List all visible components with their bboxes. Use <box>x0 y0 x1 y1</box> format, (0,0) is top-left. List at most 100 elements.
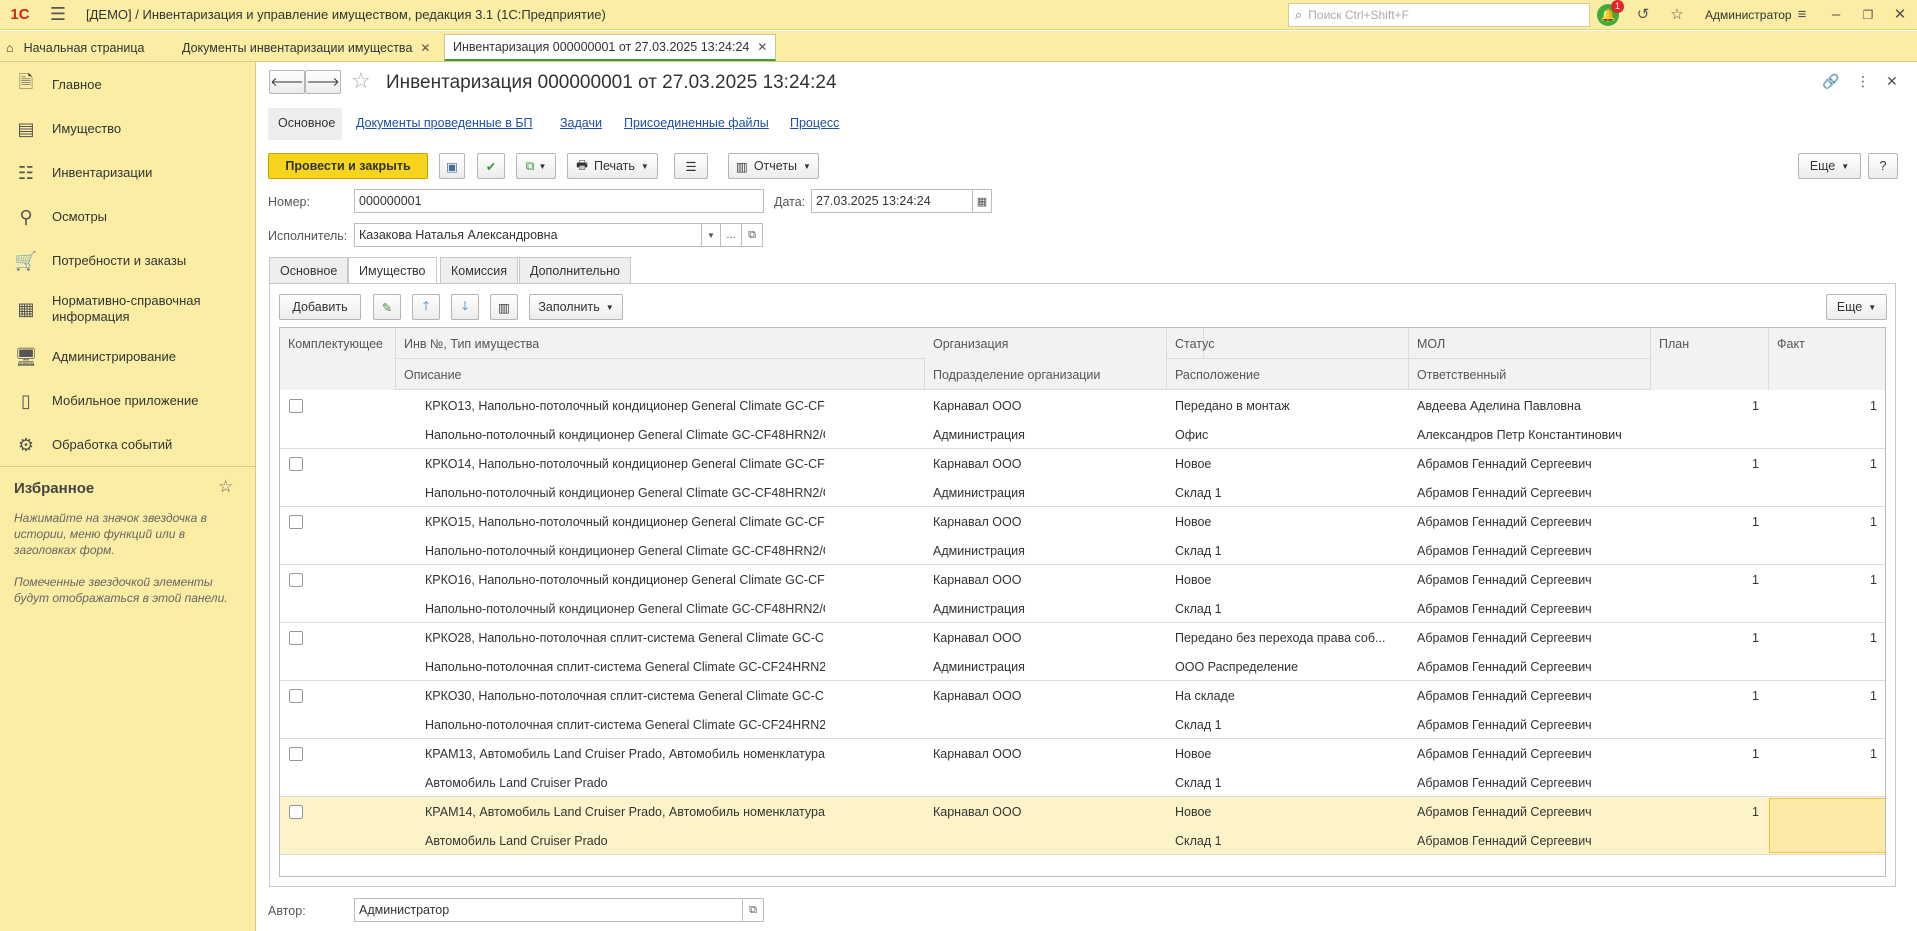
fill-button[interactable]: Заполнить ▼ <box>529 294 623 320</box>
cell-description[interactable]: Напольно-потолочный кондиционер General … <box>425 420 825 449</box>
cell-inv-type[interactable]: КРКО14, Напольно-потолочный кондиционер … <box>425 449 825 478</box>
cell-status[interactable]: Новое <box>1175 739 1405 768</box>
cell-location[interactable]: Склад 1 <box>1175 594 1405 623</box>
close-form-icon[interactable]: ✕ <box>1886 73 1898 90</box>
reports-button[interactable]: ▥ Отчеты ▼ <box>728 153 819 179</box>
tab-commission[interactable]: Комиссия <box>440 257 519 284</box>
cell-department[interactable]: Администрация <box>933 652 1163 681</box>
cell-status[interactable]: Передано в монтаж <box>1175 391 1405 420</box>
favorites-star-icon[interactable]: ☆ <box>1666 4 1688 26</box>
cell-location[interactable]: Офис <box>1175 420 1405 449</box>
open-icon[interactable]: ⧉ <box>742 898 764 922</box>
cell-status[interactable]: Новое <box>1175 449 1405 478</box>
cell-organization[interactable]: Карнавал ООО <box>933 739 1163 768</box>
cell-fact[interactable]: 1 <box>1769 681 1885 710</box>
date-field[interactable]: 27.03.2025 13:24:24 <box>811 189 973 213</box>
help-button[interactable]: ? <box>1868 153 1898 179</box>
cell-status[interactable]: Новое <box>1175 797 1405 826</box>
sidebar-item-property[interactable]: ▤ Имущество <box>0 109 256 149</box>
sidebar-item-reference[interactable]: ▦ Нормативно-справочная информация <box>0 289 256 329</box>
close-tab-icon[interactable]: ✕ <box>757 40 767 54</box>
cell-fact[interactable]: 1 <box>1769 623 1885 652</box>
column-header-plan[interactable]: План <box>1651 328 1769 390</box>
cell-inv-type[interactable]: КРКО16, Напольно-потолочный кондиционер … <box>425 565 825 594</box>
cell-responsible[interactable]: Абрамов Геннадий Сергеевич <box>1417 768 1647 797</box>
structure-button[interactable]: ☰ <box>674 153 708 179</box>
component-checkbox[interactable] <box>289 457 303 471</box>
cell-responsible[interactable]: Абрамов Геннадий Сергеевич <box>1417 652 1647 681</box>
cell-mol[interactable]: Абрамов Геннадий Сергеевич <box>1417 507 1647 536</box>
cell-description[interactable]: Напольно-потолочный кондиционер General … <box>425 478 825 507</box>
cell-department[interactable]: Администрация <box>933 478 1163 507</box>
select-ellipsis-button[interactable]: ... <box>720 223 742 247</box>
cell-description[interactable]: Автомобиль Land Cruiser Prado <box>425 768 825 797</box>
component-checkbox[interactable] <box>289 689 303 703</box>
cell-responsible[interactable]: Абрамов Геннадий Сергеевич <box>1417 826 1647 855</box>
table-row[interactable]: КРКО15, Напольно-потолочный кондиционер … <box>280 507 1885 565</box>
cell-mol[interactable]: Абрамов Геннадий Сергеевич <box>1417 797 1647 826</box>
cell-responsible[interactable]: Абрамов Геннадий Сергеевич <box>1417 478 1647 507</box>
cell-plan[interactable]: 1 <box>1651 449 1769 478</box>
cell-fact[interactable]: 1 <box>1769 391 1885 420</box>
add-button[interactable]: Добавить <box>279 294 361 320</box>
link-icon[interactable]: 🔗 <box>1822 73 1839 90</box>
column-header-responsible[interactable]: Ответственный <box>1409 359 1651 390</box>
cell-mol[interactable]: Абрамов Геннадий Сергеевич <box>1417 739 1647 768</box>
sidebar-item-mobile[interactable]: ▯ Мобильное приложение <box>0 381 256 421</box>
settings-menu-icon[interactable]: ≡ <box>1791 4 1813 26</box>
cell-description[interactable]: Автомобиль Land Cruiser Prado <box>425 826 825 855</box>
main-menu-icon[interactable]: ☰ <box>40 4 76 25</box>
calendar-icon[interactable]: ▦ <box>972 189 992 213</box>
column-header-description[interactable]: Описание <box>396 359 925 390</box>
post-and-close-button[interactable]: Провести и закрыть <box>268 153 428 179</box>
cell-organization[interactable]: Карнавал ООО <box>933 623 1163 652</box>
column-header-department[interactable]: Подразделение организации <box>925 359 1167 390</box>
cell-department[interactable] <box>933 710 1163 739</box>
search-input[interactable]: ⌕ Поиск Ctrl+Shift+F <box>1288 3 1590 27</box>
open-icon[interactable]: ⧉ <box>741 223 763 247</box>
cell-responsible[interactable]: Абрамов Геннадий Сергеевич <box>1417 710 1647 739</box>
cell-department[interactable]: Администрация <box>933 536 1163 565</box>
nav-link-main[interactable]: Основное <box>278 116 335 130</box>
close-tab-icon[interactable]: ✕ <box>420 41 430 55</box>
cell-department[interactable] <box>933 826 1163 855</box>
cell-location[interactable]: Склад 1 <box>1175 826 1405 855</box>
column-header-org[interactable]: Организация <box>925 328 1167 359</box>
table-row[interactable]: КРКО16, Напольно-потолочный кондиционер … <box>280 565 1885 623</box>
create-based-on-button[interactable]: ⧉ ▼ <box>516 153 556 179</box>
table-row[interactable]: КРАМ14, Автомобиль Land Cruiser Prado, А… <box>280 797 1885 855</box>
sidebar-item-needs-orders[interactable]: 🛒 Потребности и заказы <box>0 241 256 281</box>
favorite-star-icon[interactable]: ☆ <box>351 68 371 94</box>
cell-plan[interactable]: 1 <box>1651 797 1769 826</box>
cell-description[interactable]: Напольно-потолочная сплит-система Genera… <box>425 710 825 739</box>
nav-link-tasks[interactable]: Задачи <box>560 116 602 130</box>
cell-plan[interactable]: 1 <box>1651 565 1769 594</box>
column-header-status[interactable]: Статус <box>1167 328 1409 359</box>
component-checkbox[interactable] <box>289 573 303 587</box>
cell-fact[interactable]: 1 <box>1769 507 1885 536</box>
cell-organization[interactable]: Карнавал ООО <box>933 681 1163 710</box>
cell-department[interactable] <box>933 768 1163 797</box>
nav-link-process[interactable]: Процесс <box>790 116 839 130</box>
tab-main[interactable]: Основное <box>269 257 349 284</box>
history-icon[interactable]: ↺ <box>1632 4 1654 26</box>
forward-button[interactable]: 🡒 <box>305 70 341 94</box>
sidebar-item-events[interactable]: ⚙ Обработка событий <box>0 425 256 465</box>
component-checkbox[interactable] <box>289 805 303 819</box>
sidebar-item-main[interactable]: 🗎 Главное <box>0 65 256 105</box>
cell-location[interactable]: ООО Распределение <box>1175 652 1405 681</box>
cell-inv-type[interactable]: КРКО13, Напольно-потолочный кондиционер … <box>425 391 825 420</box>
back-button[interactable]: 🡐 <box>269 70 305 94</box>
column-header-fact[interactable]: Факт <box>1769 328 1885 390</box>
cell-status[interactable]: Передано без перехода права соб... <box>1175 623 1405 652</box>
more-button[interactable]: Еще ▼ <box>1798 153 1861 179</box>
cell-fact[interactable] <box>1769 797 1885 826</box>
component-checkbox[interactable] <box>289 399 303 413</box>
tab-additional[interactable]: Дополнительно <box>519 257 631 284</box>
cell-plan[interactable]: 1 <box>1651 391 1769 420</box>
cell-inv-type[interactable]: КРАМ13, Автомобиль Land Cruiser Prado, А… <box>425 739 825 768</box>
cell-status[interactable]: Новое <box>1175 565 1405 594</box>
cell-organization[interactable]: Карнавал ООО <box>933 797 1163 826</box>
column-header-mol[interactable]: МОЛ <box>1409 328 1651 359</box>
cell-plan[interactable]: 1 <box>1651 623 1769 652</box>
